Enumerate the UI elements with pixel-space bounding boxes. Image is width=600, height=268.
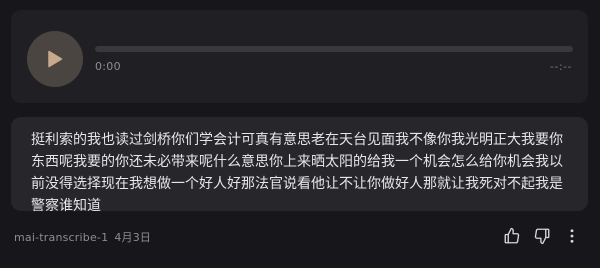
message-footer: mai-transcribe-1 4月3日 (14, 229, 151, 245)
play-button[interactable] (27, 31, 83, 87)
message-date: 4月3日 (114, 231, 152, 244)
model-name: mai-transcribe-1 (14, 231, 109, 244)
dislike-button[interactable] (532, 226, 552, 246)
message-actions (502, 226, 582, 246)
current-time: 0:00 (95, 60, 121, 73)
transcript-card: 挺利索的我也读过剑桥你们学会计可真有意思老在天台见面我不像你我光明正大我要你东西… (11, 117, 588, 214)
audio-player: 0:00 --:-- (11, 10, 588, 103)
total-time: --:-- (549, 60, 572, 73)
like-button[interactable] (502, 226, 522, 246)
progress-slider[interactable] (95, 46, 573, 52)
more-vertical-icon (570, 229, 574, 243)
transcript-text: 挺利索的我也读过剑桥你们学会计可真有意思老在天台见面我不像你我光明正大我要你东西… (31, 132, 563, 214)
more-button[interactable] (562, 226, 582, 246)
thumbs-up-icon (504, 227, 520, 244)
audio-transcript-view: 0:00 --:-- 挺利索的我也读过剑桥你们学会计可真有意思老在天台见面我不像… (0, 0, 600, 268)
play-icon (48, 50, 63, 68)
thumbs-down-icon (534, 228, 550, 245)
